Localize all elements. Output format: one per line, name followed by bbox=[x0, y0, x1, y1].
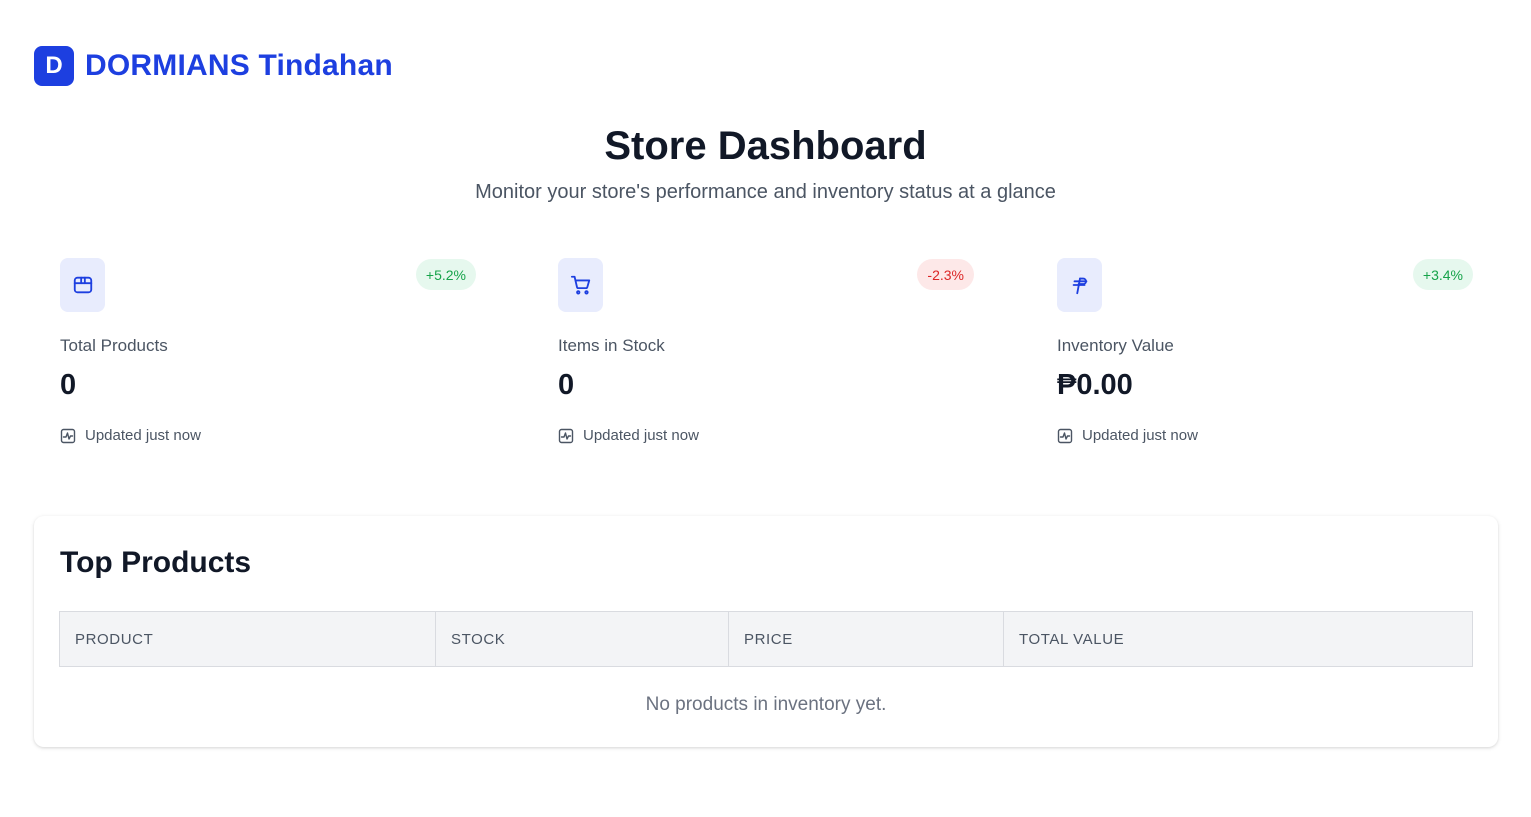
stat-card-items-in-stock: -2.3% Items in Stock 0 Updated just now bbox=[558, 258, 974, 458]
column-header-price[interactable]: PRICE bbox=[728, 611, 1004, 667]
stat-card-inventory-value: +3.4% Inventory Value ₱0.00 Updated just… bbox=[1057, 258, 1473, 458]
shopping-cart-icon bbox=[558, 258, 603, 312]
stat-updated: Updated just now bbox=[558, 427, 699, 444]
peso-sign-icon bbox=[1057, 258, 1102, 312]
stat-updated: Updated just now bbox=[60, 427, 201, 444]
empty-state-message: No products in inventory yet. bbox=[645, 694, 887, 715]
brand-name: DORMIANS Tindahan bbox=[85, 49, 393, 82]
stat-label: Total Products bbox=[60, 336, 168, 355]
package-icon bbox=[60, 258, 105, 312]
stat-label: Items in Stock bbox=[558, 336, 665, 355]
brand-logo[interactable]: D DORMIANS Tindahan bbox=[34, 46, 393, 86]
change-badge: +5.2% bbox=[415, 259, 476, 290]
page-title: Store Dashboard bbox=[604, 124, 927, 168]
table-header-row: PRODUCT STOCK PRICE TOTAL VALUE bbox=[59, 611, 1473, 667]
updated-text: Updated just now bbox=[85, 427, 201, 444]
change-badge: +3.4% bbox=[1412, 259, 1473, 290]
stat-value: 0 bbox=[60, 369, 77, 401]
brand-badge: D bbox=[34, 46, 74, 86]
top-products-table: PRODUCT STOCK PRICE TOTAL VALUE bbox=[59, 611, 1473, 667]
updated-text: Updated just now bbox=[583, 427, 699, 444]
updated-text: Updated just now bbox=[1082, 427, 1198, 444]
change-badge: -2.3% bbox=[917, 259, 974, 290]
activity-icon bbox=[558, 428, 574, 443]
activity-icon bbox=[60, 428, 76, 443]
column-header-total-value[interactable]: TOTAL VALUE bbox=[1003, 611, 1473, 667]
stat-value: 0 bbox=[558, 369, 575, 401]
activity-icon bbox=[1057, 428, 1073, 443]
column-header-stock[interactable]: STOCK bbox=[435, 611, 729, 667]
stat-updated: Updated just now bbox=[1057, 427, 1198, 444]
stat-card-total-products: +5.2% Total Products 0 Updated just now bbox=[60, 258, 476, 458]
page-subtitle: Monitor your store's performance and inv… bbox=[475, 181, 1056, 203]
panel-title: Top Products bbox=[60, 546, 252, 579]
stat-value: ₱0.00 bbox=[1057, 369, 1133, 401]
stat-label: Inventory Value bbox=[1057, 336, 1174, 355]
top-products-panel: Top Products PRODUCT STOCK PRICE TOTAL V… bbox=[34, 516, 1498, 747]
column-header-product[interactable]: PRODUCT bbox=[59, 611, 436, 667]
